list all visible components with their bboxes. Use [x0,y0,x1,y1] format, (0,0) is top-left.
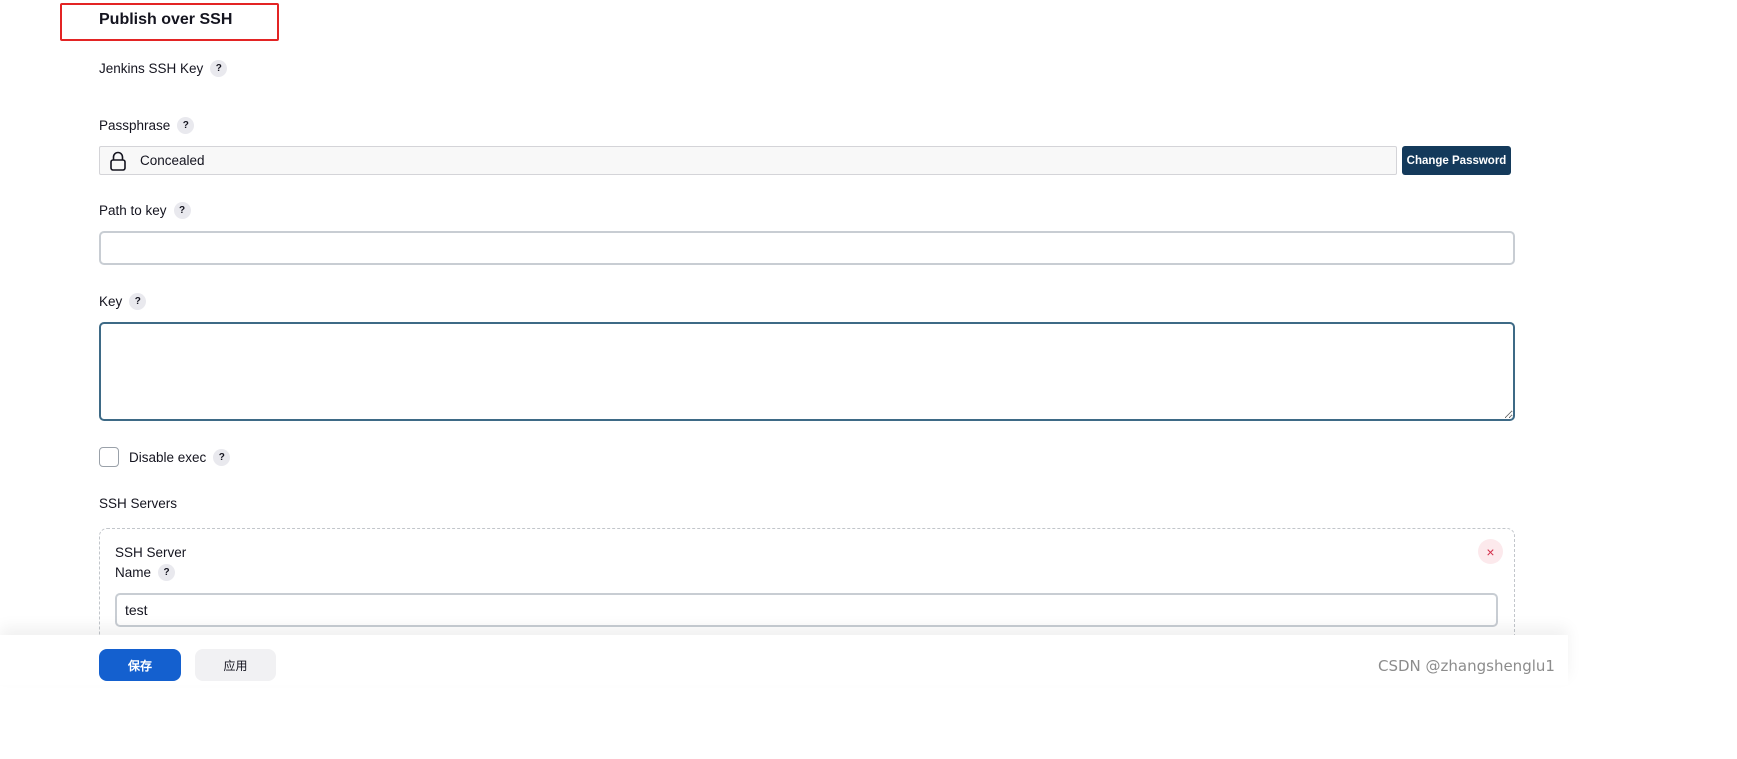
save-button[interactable]: 保存 [99,649,181,681]
section-title: Publish over SSH [99,11,233,28]
watermark: CSDN @zhangshenglu1 [1378,657,1555,675]
passphrase-value: Concealed [140,153,205,168]
ssh-servers-label-row: SSH Servers [99,493,177,513]
jenkins-ssh-key-label-row: Jenkins SSH Key ? [99,58,228,78]
lock-icon [109,151,127,171]
jenkins-ssh-key-label: Jenkins SSH Key [99,60,204,76]
path-to-key-input[interactable] [99,231,1515,265]
help-icon[interactable]: ? [173,201,191,219]
disable-exec-label-row: Disable exec ? [129,447,231,467]
passphrase-label-row: Passphrase ? [99,115,195,135]
key-label-row: Key ? [99,291,147,311]
disable-exec-label: Disable exec [129,449,207,465]
change-password-button[interactable]: Change Password [1402,146,1511,175]
remove-server-button[interactable]: × [1478,539,1503,564]
server-name-label: Name [115,564,152,580]
help-icon[interactable]: ? [129,292,147,310]
path-to-key-label: Path to key [99,202,167,218]
server-name-label-row: Name ? [115,562,176,582]
path-to-key-label-row: Path to key ? [99,200,191,220]
server-name-input[interactable] [115,593,1498,627]
passphrase-label: Passphrase [99,117,171,133]
help-icon[interactable]: ? [177,116,195,134]
disable-exec-checkbox[interactable] [99,447,119,467]
help-icon[interactable]: ? [158,563,176,581]
key-label: Key [99,293,123,309]
ssh-servers-label: SSH Servers [99,495,178,511]
help-icon[interactable]: ? [210,59,228,77]
help-icon[interactable]: ? [213,448,231,466]
key-textarea[interactable] [99,322,1515,421]
ssh-server-heading: SSH Server [115,545,187,560]
apply-button[interactable]: 应用 [195,649,276,681]
passphrase-concealed-field: Concealed [99,146,1397,175]
